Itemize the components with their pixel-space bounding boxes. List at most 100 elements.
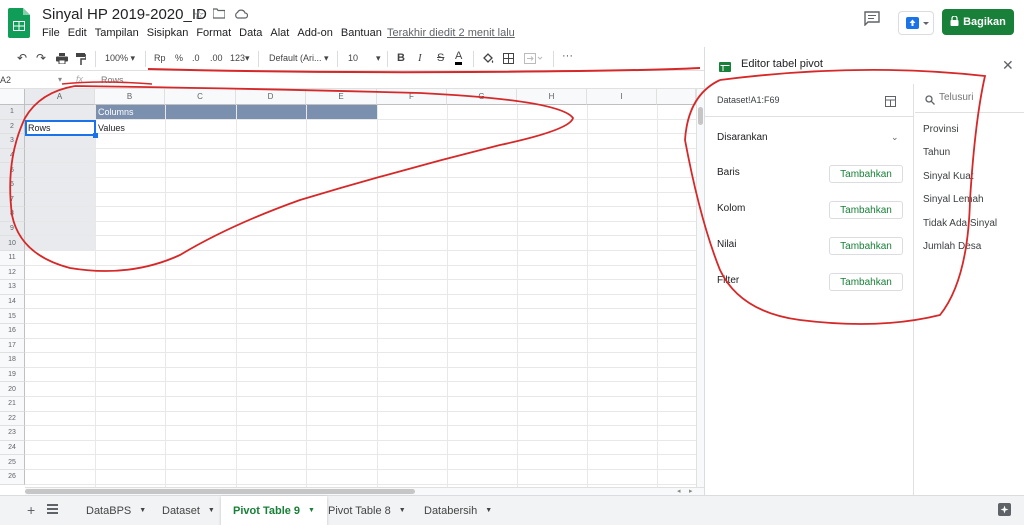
- present-button[interactable]: [898, 11, 934, 35]
- row-header-8[interactable]: 8: [0, 207, 25, 222]
- col-header-c[interactable]: C: [165, 89, 236, 105]
- field-sinyal-lemah[interactable]: Sinyal Lemah: [923, 194, 984, 205]
- add-values-button[interactable]: Tambahkan: [829, 237, 903, 255]
- select-range-icon[interactable]: [885, 94, 896, 112]
- cell-a2-selected[interactable]: Rows: [25, 120, 98, 138]
- row-header-9[interactable]: 9: [0, 221, 25, 237]
- tab-pivot-table-8[interactable]: Pivot Table 8 ▼: [316, 496, 418, 525]
- menu-data[interactable]: Data: [239, 27, 262, 39]
- field-provinsi[interactable]: Provinsi: [923, 124, 959, 135]
- col-header-i[interactable]: I: [587, 89, 657, 105]
- cell-b2[interactable]: Values: [98, 123, 125, 133]
- move-folder-icon[interactable]: [212, 7, 226, 22]
- increase-decimal-button[interactable]: .00: [210, 53, 223, 63]
- row-header-3[interactable]: 3: [0, 134, 25, 149]
- font-size-dropdown-icon[interactable]: ▾: [376, 53, 381, 64]
- horizontal-scrollbar[interactable]: ◂ ▸: [25, 487, 704, 495]
- col-header-f[interactable]: F: [377, 89, 447, 105]
- row-header-17[interactable]: 17: [0, 338, 25, 354]
- menu-view[interactable]: Tampilan: [95, 27, 139, 39]
- row-header-23[interactable]: 23: [0, 426, 25, 441]
- undo-icon[interactable]: ↶: [17, 51, 27, 65]
- col-header-a[interactable]: A: [25, 89, 95, 105]
- row-header-15[interactable]: 15: [0, 309, 25, 324]
- add-columns-button[interactable]: Tambahkan: [829, 201, 903, 219]
- row-header-10[interactable]: 10: [0, 236, 25, 251]
- fill-handle[interactable]: [93, 133, 98, 138]
- suggested-label[interactable]: Disarankan: [717, 132, 768, 143]
- redo-icon[interactable]: ↷: [36, 51, 46, 65]
- cell-b1[interactable]: Columns: [98, 107, 134, 117]
- tab-databps[interactable]: DataBPS ▼: [74, 496, 158, 525]
- formula-input[interactable]: Rows: [101, 75, 124, 85]
- col-header-b[interactable]: B: [95, 89, 165, 105]
- row-header-13[interactable]: 13: [0, 280, 25, 295]
- tab-databersih[interactable]: Databersih ▼: [412, 496, 504, 525]
- print-icon[interactable]: [56, 53, 68, 66]
- zoom-select[interactable]: 100% ▾: [105, 53, 135, 64]
- add-rows-button[interactable]: Tambahkan: [829, 165, 903, 183]
- row-header-4[interactable]: 4: [0, 148, 25, 164]
- strikethrough-button[interactable]: S: [437, 52, 444, 64]
- borders-icon[interactable]: [503, 53, 514, 66]
- merge-cells-icon[interactable]: [524, 53, 544, 66]
- sheets-logo-icon[interactable]: [8, 8, 30, 38]
- name-box[interactable]: A2: [0, 75, 11, 85]
- name-box-dropdown-icon[interactable]: ▾: [58, 75, 62, 84]
- row-header-20[interactable]: 20: [0, 382, 25, 397]
- menu-insert[interactable]: Sisipkan: [147, 27, 189, 39]
- data-range[interactable]: Dataset!A1:F69: [717, 95, 780, 105]
- select-all-corner[interactable]: [0, 89, 25, 105]
- menu-format[interactable]: Format: [196, 27, 231, 39]
- font-select[interactable]: Default (Ari... ▾: [269, 53, 329, 64]
- explore-icon[interactable]: [998, 503, 1011, 519]
- row-header-14[interactable]: 14: [0, 294, 25, 310]
- percent-format-button[interactable]: %: [175, 53, 183, 63]
- col-header-d[interactable]: D: [236, 89, 306, 105]
- document-title[interactable]: Sinyal HP 2019-2020_ID: [42, 6, 207, 23]
- paint-format-icon[interactable]: [76, 53, 87, 67]
- chevron-down-icon[interactable]: ▼: [208, 507, 215, 514]
- row-header-2[interactable]: 2: [0, 119, 25, 135]
- row-header-1[interactable]: 1: [0, 105, 25, 120]
- menu-addons[interactable]: Add-on: [297, 27, 332, 39]
- text-color-button[interactable]: A: [455, 50, 463, 65]
- add-filters-button[interactable]: Tambahkan: [829, 273, 903, 291]
- more-formats-button[interactable]: 123▾: [230, 53, 250, 64]
- row-header-11[interactable]: 11: [0, 251, 25, 266]
- row-header-5[interactable]: 5: [0, 163, 25, 178]
- bold-button[interactable]: B: [397, 52, 405, 64]
- field-search-input[interactable]: [939, 89, 1019, 105]
- chevron-down-icon[interactable]: ⌄: [891, 132, 899, 143]
- cloud-saved-icon[interactable]: [234, 7, 249, 22]
- row-header-6[interactable]: 6: [0, 178, 25, 193]
- field-sinyal-kuat[interactable]: Sinyal Kuat: [923, 171, 974, 182]
- fill-color-icon[interactable]: [482, 53, 494, 67]
- chevron-down-icon[interactable]: ▼: [308, 507, 315, 514]
- chevron-down-icon[interactable]: ▼: [485, 507, 492, 514]
- currency-format-button[interactable]: Rp: [154, 53, 166, 63]
- menu-file[interactable]: File: [42, 27, 60, 39]
- row-header-19[interactable]: 19: [0, 367, 25, 383]
- vertical-scroll-thumb[interactable]: [698, 107, 703, 125]
- star-icon[interactable]: ☆: [193, 7, 205, 23]
- close-icon[interactable]: ✕: [1002, 57, 1014, 74]
- col-header-g[interactable]: G: [447, 89, 517, 105]
- row-header-25[interactable]: 25: [0, 455, 25, 470]
- row-header-22[interactable]: 22: [0, 411, 25, 427]
- add-sheet-icon[interactable]: +: [27, 502, 35, 518]
- more-tools-button[interactable]: ···: [562, 50, 573, 62]
- menu-edit[interactable]: Edit: [68, 27, 87, 39]
- row-header-24[interactable]: 24: [0, 440, 25, 456]
- horizontal-scroll-thumb[interactable]: [25, 489, 415, 494]
- all-sheets-icon[interactable]: [47, 504, 58, 517]
- menu-tools[interactable]: Alat: [270, 27, 289, 39]
- row-header-26[interactable]: 26: [0, 470, 25, 485]
- field-jumlah-desa[interactable]: Jumlah Desa: [923, 241, 981, 252]
- field-tahun[interactable]: Tahun: [923, 147, 950, 158]
- tab-dataset[interactable]: Dataset ▼: [150, 496, 227, 525]
- chevron-down-icon[interactable]: ▼: [399, 507, 406, 514]
- tab-pivot-table-9[interactable]: Pivot Table 9 ▼: [221, 496, 327, 525]
- row-header-21[interactable]: 21: [0, 397, 25, 412]
- row-header-12[interactable]: 12: [0, 265, 25, 281]
